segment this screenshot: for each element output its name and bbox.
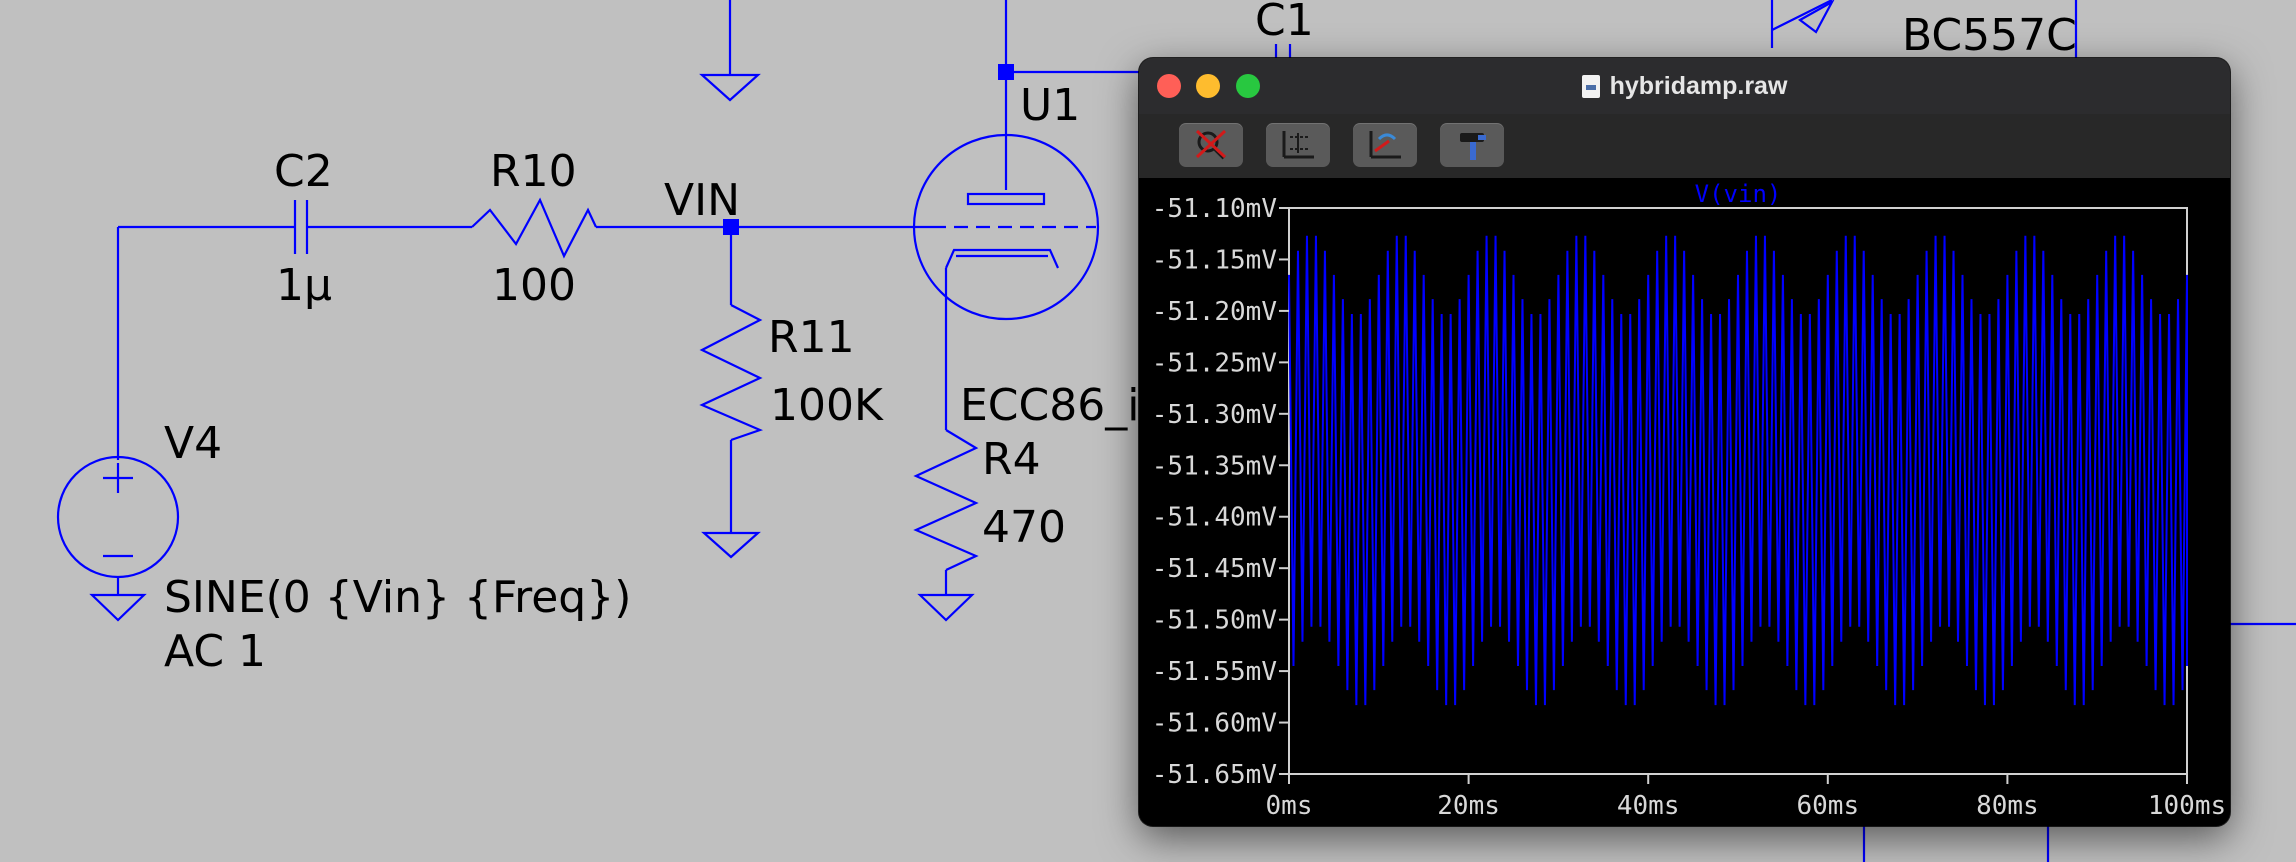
trace-v-vin	[1288, 235, 2188, 706]
label-v4-ac: AC 1	[164, 626, 266, 677]
y-tick-label: -51.25mV	[1152, 348, 1277, 378]
label-r11: R11	[768, 312, 855, 363]
label-r4-value: 470	[982, 502, 1066, 553]
label-r10-value: 100	[492, 260, 576, 311]
x-tick-label: 60ms	[1796, 791, 1859, 821]
y-tick-label: -51.35mV	[1152, 451, 1277, 481]
label-v4-function: SINE(0 {Vin} {Freq})	[164, 572, 631, 623]
y-tick-label: -51.20mV	[1152, 297, 1277, 327]
label-r4: R4	[982, 434, 1041, 485]
label-u1: U1	[1020, 80, 1080, 131]
zoom-back-button[interactable]	[1353, 123, 1417, 167]
y-tick-label: -51.40mV	[1152, 503, 1277, 533]
plot-area[interactable]: -51.10mV -51.15mV -51.20mV -51.25mV -51.30mV…	[1139, 178, 2230, 826]
label-v4: V4	[164, 418, 222, 469]
y-tick-label: -51.60mV	[1152, 709, 1277, 739]
x-tick-label: 20ms	[1437, 791, 1500, 821]
y-tick-label: -51.10mV	[1152, 194, 1277, 224]
label-c1: C1	[1255, 0, 1314, 46]
y-tick-label: -51.15mV	[1152, 245, 1277, 275]
trace-title[interactable]: V(vin)	[1695, 180, 1782, 208]
label-c2: C2	[274, 146, 333, 197]
hammer-icon	[1460, 133, 1486, 160]
series-line-v-vin	[1288, 235, 2188, 706]
zoom-cancel-icon	[1195, 129, 1227, 160]
label-c2-value: 1μ	[276, 260, 332, 311]
document-icon	[1581, 74, 1600, 98]
autorange-button[interactable]	[1266, 123, 1330, 167]
x-tick-label: 0ms	[1266, 791, 1313, 821]
label-ecc86: ECC86_i	[960, 380, 1139, 431]
zoom-cancel-button[interactable]	[1179, 123, 1243, 167]
plot-toolbar	[1139, 114, 2230, 179]
x-tick-label: 80ms	[1976, 791, 2039, 821]
waveform-plot[interactable]: -51.10mV -51.15mV -51.20mV -51.25mV -51.30mV…	[1139, 178, 2230, 826]
y-tick-label: -51.65mV	[1152, 760, 1277, 790]
window-title-group: hybridamp.raw	[1139, 58, 2230, 114]
window-title: hybridamp.raw	[1609, 71, 1788, 100]
y-tick-label: -51.30mV	[1152, 400, 1277, 430]
y-tick-label: -51.50mV	[1152, 606, 1277, 636]
window-titlebar[interactable]: hybridamp.raw	[1139, 58, 2230, 115]
y-tick-label: -51.45mV	[1152, 554, 1277, 584]
label-bc557c: BC557C	[1902, 10, 2077, 61]
waveform-window[interactable]: hybridamp.raw -51.10mV -51.15mV -51.20mV…	[1139, 58, 2230, 826]
autorange-icon	[1282, 131, 1314, 159]
y-tick-label: -51.55mV	[1152, 657, 1277, 687]
label-vin-net: VIN	[664, 175, 740, 226]
x-tick-label: 100ms	[2148, 791, 2226, 821]
x-tick-label: 40ms	[1617, 791, 1680, 821]
label-r10: R10	[490, 146, 577, 197]
settings-button[interactable]	[1440, 123, 1504, 167]
label-r11-value: 100K	[770, 380, 884, 431]
zoom-back-icon	[1369, 131, 1401, 159]
